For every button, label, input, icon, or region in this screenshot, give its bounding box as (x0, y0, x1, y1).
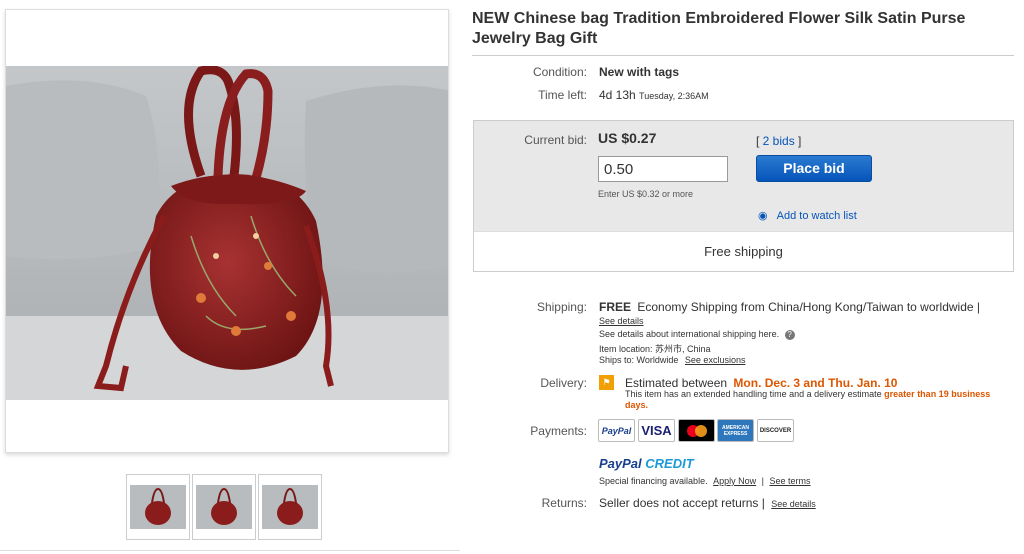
bid-hint: Enter US $0.32 or more (598, 189, 694, 199)
payments-label: Payments: (530, 424, 587, 438)
delivery-estimated-text: Estimated between (625, 376, 728, 390)
delivery-flag-icon: ⚑ (599, 375, 614, 390)
place-bid-button[interactable]: Place bid (756, 155, 872, 182)
shipping-see-details-text: See details (599, 316, 644, 326)
shipping-method: Economy Shipping from China/Hong Kong/Ta… (637, 300, 980, 314)
watch-list-link[interactable]: ◉ Add to watch list (758, 209, 857, 222)
mastercard-logo (678, 419, 715, 442)
help-icon[interactable]: ? (784, 330, 795, 340)
shipping-value: FREE Economy Shipping from China/Hong Ko… (599, 300, 980, 314)
delivery-dates: Mon. Dec. 3 and Thu. Jan. 10 (733, 376, 898, 390)
time-left-label: Time left: (538, 88, 587, 102)
time-left-detail: Tuesday, 2:36AM (639, 91, 709, 101)
paypal-credit-logo: PayPal CREDIT (599, 456, 694, 471)
amex-logo: AMERICAN EXPRESS (717, 419, 754, 442)
mastercard-orange-circle (694, 424, 707, 437)
delivery-estimate: Estimated between Mon. Dec. 3 and Thu. J… (625, 376, 897, 390)
watch-list-label: Add to watch list (776, 210, 857, 222)
current-bid-label: Current bid: (524, 133, 587, 147)
apply-now-link[interactable]: Apply Now (713, 476, 756, 486)
delivery-label: Delivery: (540, 376, 587, 390)
ships-to: Ships to: Worldwide See exclusions (599, 355, 745, 365)
financing-text: Special financing available. (599, 476, 708, 486)
paypal-logo: PayPal (598, 419, 635, 442)
thumbnail-image (196, 485, 252, 529)
returns-label: Returns: (541, 496, 587, 510)
ships-to-value: Worldwide (636, 355, 679, 365)
title-divider (472, 55, 1014, 56)
shipping-label: Shipping: (536, 300, 587, 314)
delivery-note-text: This item has an extended handling time … (625, 389, 882, 399)
product-photo[interactable] (6, 66, 449, 400)
thumbnail-2[interactable] (192, 474, 256, 540)
shipping-intl-text: See details about international shipping… (599, 329, 780, 339)
paypal-credit-word: CREDIT (645, 456, 694, 471)
main-image-frame[interactable] (5, 9, 449, 453)
shipping-free: FREE (599, 300, 632, 314)
free-shipping-banner: Free shipping (474, 231, 1013, 271)
visa-logo: VISA (638, 419, 675, 442)
thumbnail-image (130, 485, 186, 529)
ships-to-label: Ships to: (599, 355, 635, 365)
bids-count: [ 2 bids ] (756, 134, 802, 148)
thumbnail-1[interactable] (126, 474, 190, 540)
time-left-value: 4d 13h Tuesday, 2:36AM (599, 88, 709, 102)
bids-link[interactable]: 2 bids (763, 134, 795, 148)
shipping-intl-info: See details about international shipping… (599, 329, 795, 340)
bid-input[interactable] (598, 156, 728, 182)
thumbnail-image (262, 485, 318, 529)
returns-see-details-link[interactable]: See details (771, 499, 816, 509)
listing-title: NEW Chinese bag Tradition Embroidered Fl… (472, 10, 966, 47)
separator: | (761, 476, 764, 486)
bid-box: Current bid: US $0.27 [ 2 bids ] Place b… (473, 120, 1014, 272)
condition-value: New with tags (599, 65, 680, 79)
item-location: Item location: 苏州市, China (599, 342, 711, 355)
delivery-note: This item has an extended handling time … (625, 389, 1005, 411)
discover-logo: DISCOVER (757, 419, 794, 442)
divider (0, 550, 460, 551)
condition-label: Condition: (532, 65, 587, 79)
shipping-see-details[interactable]: See details (599, 316, 644, 326)
paypal-credit-brand: PayPal (599, 456, 642, 471)
see-exclusions-link[interactable]: See exclusions (685, 355, 746, 365)
returns-text: Seller does not accept returns | (599, 496, 765, 510)
thumbnail-3[interactable] (258, 474, 322, 540)
financing-line: Special financing available. Apply Now |… (599, 476, 811, 486)
item-location-label: Item location: (599, 344, 653, 354)
eye-icon: ◉ (758, 210, 768, 222)
returns-value: Seller does not accept returns | See det… (599, 496, 816, 510)
item-location-value: 苏州市, China (655, 344, 711, 354)
see-terms-link[interactable]: See terms (770, 476, 811, 486)
time-left-remaining: 4d 13h (599, 88, 636, 102)
thumbnail-strip (126, 474, 322, 540)
current-bid-price: US $0.27 (598, 130, 657, 146)
